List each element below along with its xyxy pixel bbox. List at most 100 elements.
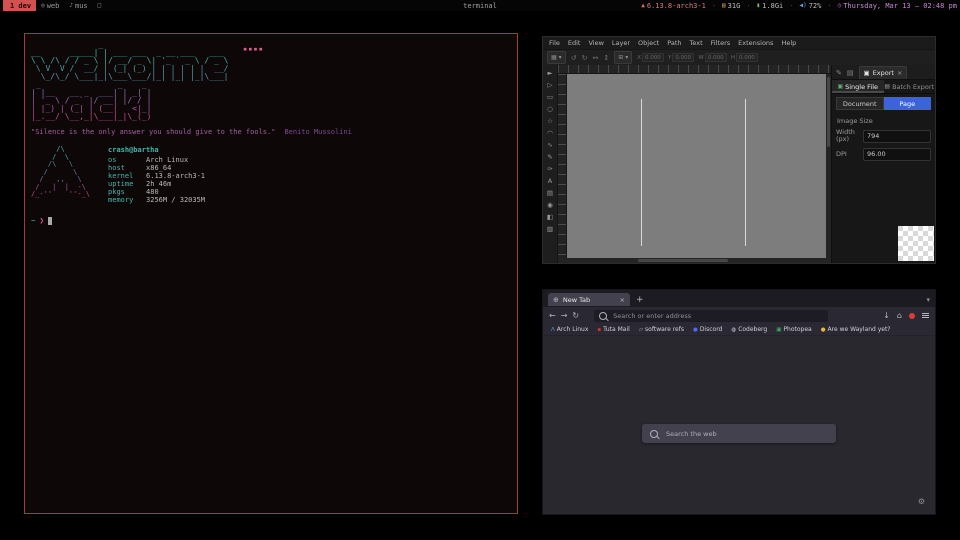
menu-item[interactable]: Filters [711, 39, 730, 47]
extension-icon[interactable] [909, 313, 915, 319]
reload-button[interactable]: ↻ [572, 311, 579, 320]
list-tabs-icon[interactable]: ▾ [926, 296, 930, 304]
menu-item[interactable]: Text [690, 39, 703, 47]
fetch-row: os Arch Linux [108, 156, 205, 164]
fetch-row: pkgs 480 [108, 188, 205, 196]
menu-icon[interactable] [922, 313, 929, 318]
terminal-window[interactable]: ▪▪▪▪ _ __ _____| | ___ ___ _ __ ___ ___ … [24, 33, 518, 514]
search-icon [650, 430, 658, 438]
vertical-ruler[interactable] [558, 74, 567, 258]
forward-button[interactable]: → [561, 311, 568, 320]
bookmark-tuta-mail[interactable]: ▪ Tuta Mail [597, 326, 629, 333]
home-icon[interactable]: ⌂ [897, 311, 902, 320]
back-button[interactable]: ← [549, 311, 556, 320]
download-icon[interactable]: ↓ [883, 311, 890, 320]
align-dropdown[interactable]: ⊞▾ [614, 51, 632, 64]
inkscape-canvas[interactable] [567, 74, 826, 258]
bookmark-arch-linux[interactable]: Λ Arch Linux [551, 326, 588, 333]
grid-icon: ⊞ [618, 54, 623, 61]
web-search-input[interactable] [664, 429, 828, 439]
web-search-box[interactable] [642, 424, 836, 443]
menu-item[interactable]: Layer [612, 39, 630, 47]
address-bar[interactable] [594, 310, 828, 322]
bookmark-photopea[interactable]: ▣ Photopea [776, 326, 812, 333]
coordinate-field[interactable]: W 0.000 [698, 53, 726, 62]
menu-item[interactable]: File [549, 39, 560, 47]
inkscape-window[interactable]: File Edit View Layer Object Path Text Fi… [542, 36, 936, 264]
pencil-tool[interactable]: ✎ [544, 151, 556, 162]
shell-prompt[interactable]: ~ ❯ [31, 216, 511, 225]
new-tab-button[interactable]: + [636, 295, 644, 305]
menu-item[interactable]: Object [638, 39, 659, 47]
single-file-tab[interactable]: ▣ Single File [832, 80, 884, 93]
fetch-value: 480 [146, 188, 159, 196]
spiral-tool[interactable]: ∿ [544, 139, 556, 150]
prompt-char: ❯ [40, 216, 45, 225]
rotate-ccw-icon[interactable]: ↺ [571, 54, 577, 62]
status-bar: 1 dev ◎ web ♪ mus □ terminal ▲ 6.13.8-ar… [0, 0, 960, 11]
bookmark-discord[interactable]: ● Discord [693, 326, 722, 333]
bookmark-are-we-wayland-yet[interactable]: ● Are we Wayland yet? [821, 326, 891, 333]
export-field-input[interactable]: 96.00 [863, 148, 931, 161]
menu-item[interactable]: Extensions [738, 39, 773, 47]
batch-export-tab[interactable]: ▤ Batch Export [884, 80, 936, 93]
star-tool[interactable]: ☆ [544, 115, 556, 126]
export-dialog-tab[interactable]: ▣ Export × [859, 66, 908, 79]
fetch-row: uptime 2h 46m [108, 180, 205, 188]
document-button[interactable]: Document [836, 97, 884, 110]
bookmark-software-refs[interactable]: ▱ software refs [639, 326, 684, 333]
export-field-input[interactable]: 794 [863, 130, 931, 143]
select-all-dropdown[interactable]: ▦▾ [547, 51, 566, 64]
personalize-gear-icon[interactable]: ⚙ [918, 497, 925, 506]
fetch-value: 2h 46m [146, 180, 171, 188]
rectangle-tool[interactable]: ▭ [544, 91, 556, 102]
fetch-label: os [108, 156, 146, 164]
rotate-cw-icon[interactable]: ↻ [582, 54, 588, 62]
coordinate-field[interactable]: H 0.000 [731, 53, 758, 62]
chevron-down-icon: ▾ [625, 54, 628, 61]
ellipse-tool[interactable]: ○ [544, 103, 556, 114]
menu-item[interactable]: View [588, 39, 603, 47]
dropper-tool[interactable]: ◉ [544, 199, 556, 210]
bookmark-label: Photopea [783, 326, 811, 333]
browser-tab[interactable]: ⊕ New Tab × [548, 293, 630, 306]
text-tool[interactable]: A [544, 175, 556, 186]
export-fields: Width (px) 794 DPI 96.00 [832, 127, 935, 163]
close-icon[interactable]: × [897, 69, 902, 77]
pencil-dialog-icon[interactable]: ✎ [836, 69, 842, 79]
pen-tool[interactable]: ✑ [544, 163, 556, 174]
flip-horizontal-icon[interactable]: ↔ [592, 54, 598, 62]
field-value[interactable]: 0.000 [736, 53, 758, 62]
search-icon [599, 312, 607, 320]
field-value[interactable]: 0.000 [642, 53, 664, 62]
horizontal-ruler[interactable] [558, 65, 831, 74]
page-guide[interactable] [745, 99, 746, 246]
inkscape-tool-controls: ▦▾ ↺ ↻ ↔ ↕ ⊞▾ X 0.000 Y 0.000 W 0.000 [543, 49, 935, 66]
paint-bucket-tool[interactable]: ◧ [544, 211, 556, 222]
bookmark-label: Are we Wayland yet? [828, 326, 891, 333]
3dbox-tool[interactable]: ◠ [544, 127, 556, 138]
chevron-down-icon: ▾ [559, 54, 562, 61]
horizontal-scrollbar[interactable] [558, 258, 831, 263]
field-value[interactable]: 0.000 [705, 53, 727, 62]
gradient-tool[interactable]: ▤ [544, 187, 556, 198]
export-preview [898, 226, 934, 261]
bookmark-codeberg[interactable]: ◍ Codeberg [731, 326, 767, 333]
page-button[interactable]: Page [884, 97, 932, 110]
fetch-info: crash@bartha os Arch Linux host x86_64 k… [108, 146, 205, 204]
address-input[interactable] [611, 311, 823, 321]
menu-item[interactable]: Help [781, 39, 796, 47]
coordinate-field[interactable]: X 0.000 [637, 53, 664, 62]
coordinate-field[interactable]: Y 0.000 [668, 53, 694, 62]
close-tab-icon[interactable]: × [620, 296, 625, 304]
mesh-tool[interactable]: ▨ [544, 223, 556, 234]
menu-item[interactable]: Edit [568, 39, 581, 47]
browser-window[interactable]: ⊕ New Tab × + ▾ ← → ↻ ↓ ⌂ Λ Arch Linux [542, 289, 936, 515]
selector-tool[interactable]: ► [544, 67, 556, 78]
flip-vertical-icon[interactable]: ↕ [603, 54, 609, 62]
page-guide[interactable] [641, 99, 642, 246]
node-tool[interactable]: ▷ [544, 79, 556, 90]
field-value[interactable]: 0.000 [672, 53, 694, 62]
layers-dialog-icon[interactable]: ▤ [847, 69, 854, 79]
menu-item[interactable]: Path [667, 39, 681, 47]
